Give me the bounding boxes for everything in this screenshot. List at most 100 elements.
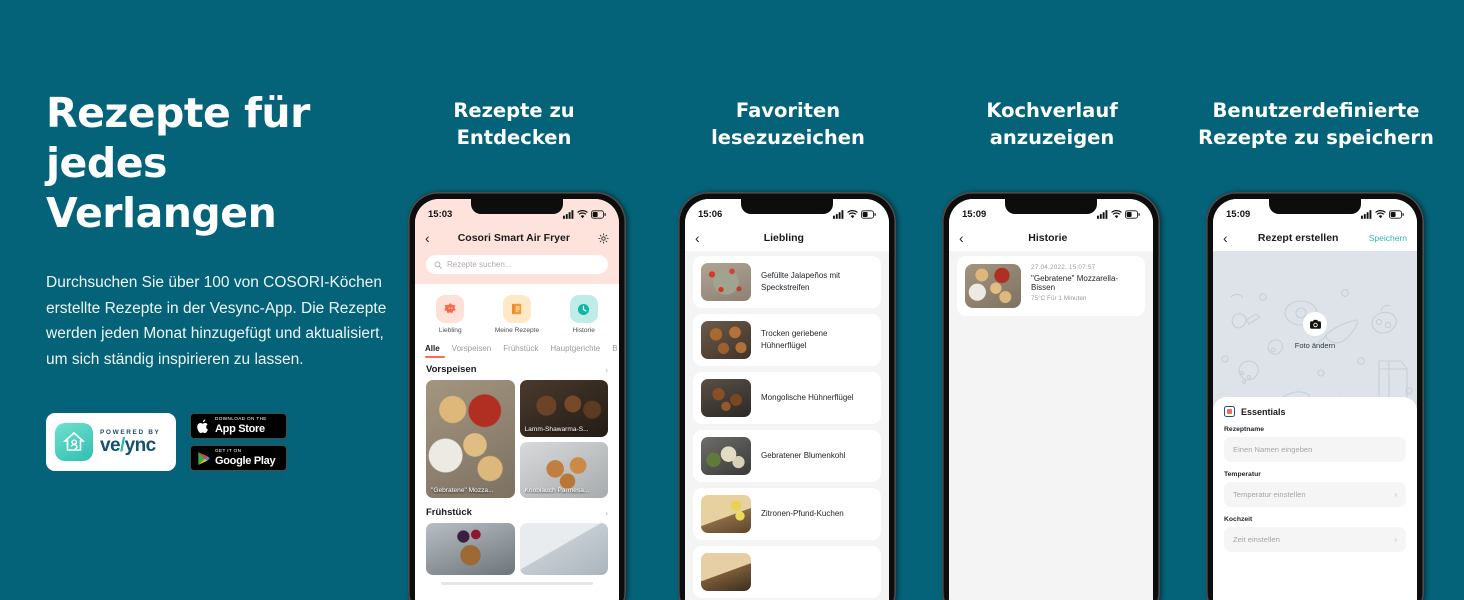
list-item[interactable]: Gebratener Blumenkohl bbox=[693, 430, 881, 482]
app-store-button[interactable]: Download on the App Store bbox=[190, 413, 287, 439]
quick-action-liebling[interactable]: Liebling bbox=[436, 295, 465, 334]
recipe-tile-caption: Knoblauch Parmesa... bbox=[524, 487, 590, 494]
battery-icon bbox=[591, 209, 606, 219]
quick-action-liebling-label: Liebling bbox=[438, 327, 462, 334]
phone-title-2-line2: lesezuzeichen bbox=[711, 126, 865, 149]
section-title-vorspeisen: Vorspeisen bbox=[426, 364, 477, 375]
save-button[interactable]: Speichern bbox=[1369, 233, 1407, 243]
wifi-icon bbox=[577, 209, 588, 218]
recipe-tile[interactable]: "Gebratene" Mozza... bbox=[426, 380, 515, 498]
phone-mockup-create-recipe: 15:09 ‹ Rezept erstellen Speichern Foto … bbox=[1206, 192, 1424, 600]
phone-title-1-line1: Rezepte zu bbox=[453, 99, 575, 122]
list-item-label: Gefüllte Jalapeños mit Speckstreifen bbox=[761, 271, 841, 292]
search-placeholder: Rezepte suchen... bbox=[447, 260, 512, 269]
headline-line-2: jedes Verlangen bbox=[46, 139, 277, 237]
phone3-nav-title: Historie bbox=[1028, 232, 1068, 244]
phone4-screen: 15:09 ‹ Rezept erstellen Speichern Foto … bbox=[1213, 199, 1417, 600]
phone-title-3: Kochverlauf anzuzeigen bbox=[922, 97, 1182, 151]
body-paragraph: Durchsuchen Sie über 100 von COSORI-Köch… bbox=[46, 274, 387, 368]
list-item[interactable]: Trocken geriebene Hühnerflügel bbox=[693, 314, 881, 366]
cellular-bars-icon bbox=[833, 209, 844, 219]
rezeptname-placeholder: Einen Namen eingeben bbox=[1233, 445, 1313, 454]
phone2-navbar: ‹ Liebling bbox=[685, 225, 889, 251]
recipe-tile[interactable]: Lamm-Shawarma-S... bbox=[519, 380, 608, 437]
recipe-grid-fruehstueck bbox=[415, 523, 619, 575]
phone-mockup-discover: 15:03 ‹ Cosori Smart Air Fryer Rezepte s… bbox=[408, 192, 626, 600]
battery-icon bbox=[1125, 209, 1140, 219]
list-item[interactable]: Gefüllte Jalapeños mit Speckstreifen bbox=[693, 256, 881, 308]
battery-icon bbox=[1389, 209, 1404, 219]
chevron-right-icon: › bbox=[1394, 490, 1397, 499]
house-icon bbox=[55, 423, 93, 461]
quick-action-row: Liebling Meine Rezepte Historie bbox=[415, 284, 619, 338]
recipe-tile[interactable] bbox=[519, 523, 608, 575]
vesync-wordmark: ve/ync bbox=[100, 434, 156, 456]
essentials-header: Essentials bbox=[1224, 406, 1406, 417]
list-item-label: Zitronen-Pfund-Kuchen bbox=[761, 509, 844, 518]
tab-fruehstueck[interactable]: Frühstück bbox=[503, 344, 538, 360]
temperatur-input[interactable]: Temperatur einstellen › bbox=[1224, 482, 1406, 507]
cellular-bars-icon bbox=[1097, 209, 1108, 219]
notebook-icon bbox=[502, 295, 531, 323]
history-entry-detail: 75°C Für 1 Minuten bbox=[1031, 295, 1087, 302]
history-entry[interactable]: 27.04.2022, 15:07:57 "Gebratene" Mozzare… bbox=[957, 256, 1145, 316]
quick-action-historie-label: Historie bbox=[572, 327, 595, 334]
list-item-thumbnail bbox=[701, 495, 751, 533]
recipe-tile-caption: "Gebratene" Mozza... bbox=[431, 487, 494, 494]
tab-alle[interactable]: Alle bbox=[425, 344, 445, 360]
phone-title-4-line2: Rezepte zu speichern bbox=[1198, 126, 1434, 149]
recipe-tile-caption: Lamm-Shawarma-S... bbox=[524, 425, 589, 433]
list-item[interactable] bbox=[693, 546, 881, 598]
headline-line-1: Rezepte für bbox=[46, 89, 310, 137]
camera-icon[interactable] bbox=[1303, 312, 1327, 336]
google-play-button[interactable]: GET IT ON Google Play bbox=[190, 445, 287, 471]
scroll-indicator[interactable] bbox=[441, 582, 593, 585]
page-title: Rezepte für jedes Verlangen bbox=[46, 88, 396, 238]
essentials-title: Essentials bbox=[1241, 406, 1286, 417]
phone-mockup-history: 15:09 ‹ Historie 27.04.2022, 15:07:57 "G… bbox=[942, 192, 1160, 600]
photo-placeholder[interactable]: Foto ändern bbox=[1213, 251, 1417, 411]
kochzeit-input[interactable]: Zeit einstellen › bbox=[1224, 527, 1406, 552]
section-header-fruehstueck[interactable]: Frühstück › bbox=[415, 498, 619, 523]
notch bbox=[1269, 199, 1361, 214]
tab-hauptgerichte[interactable]: Hauptgerichte bbox=[550, 344, 600, 360]
tab-overflow[interactable]: B bbox=[612, 344, 617, 360]
phone1-nav-title: Cosori Smart Air Fryer bbox=[457, 232, 570, 244]
photo-change-label[interactable]: Foto ändern bbox=[1295, 341, 1335, 350]
field-label-temperatur: Temperatur bbox=[1224, 471, 1261, 478]
quick-action-meine-rezepte[interactable]: Meine Rezepte bbox=[495, 295, 539, 334]
notch bbox=[1005, 199, 1097, 214]
rezeptname-input[interactable]: Einen Namen eingeben bbox=[1224, 437, 1406, 462]
section-header-vorspeisen[interactable]: Vorspeisen › bbox=[415, 360, 619, 380]
quick-action-historie[interactable]: Historie bbox=[569, 295, 598, 334]
phone4-nav-title: Rezept erstellen bbox=[1257, 232, 1339, 244]
recipe-tile[interactable]: Knoblauch Parmesa... bbox=[519, 441, 608, 498]
left-copy-block: Rezepte für jedes Verlangen Durchsuchen … bbox=[46, 88, 396, 372]
favorites-list: Gefüllte Jalapeños mit Speckstreifen Tro… bbox=[685, 251, 889, 600]
list-item-thumbnail bbox=[701, 379, 751, 417]
field-label-rezeptname: Rezeptname bbox=[1224, 426, 1265, 433]
apple-icon bbox=[197, 418, 208, 433]
field-label-kochzeit: Kochzeit bbox=[1224, 516, 1253, 523]
wifi-icon bbox=[1111, 209, 1122, 218]
notch bbox=[741, 199, 833, 214]
list-item-label: Mongolische Hühnerflügel bbox=[761, 393, 854, 402]
search-input[interactable]: Rezepte suchen... bbox=[426, 255, 608, 274]
phone4-navbar: ‹ Rezept erstellen Speichern bbox=[1213, 225, 1417, 251]
phone-title-3-line2: anzuzeigen bbox=[989, 126, 1115, 149]
star-icon bbox=[436, 295, 465, 323]
status-time: 15:06 bbox=[698, 208, 723, 220]
tab-vorspeisen[interactable]: Vorspeisen bbox=[452, 344, 492, 360]
search-icon bbox=[434, 260, 442, 269]
recipe-card-icon bbox=[1224, 406, 1235, 417]
play-triangle-icon bbox=[198, 451, 210, 465]
phone1-navbar: ‹ Cosori Smart Air Fryer bbox=[415, 225, 619, 251]
list-item[interactable]: Mongolische Hühnerflügel bbox=[693, 372, 881, 424]
recipe-tile[interactable] bbox=[426, 523, 515, 575]
clock-icon bbox=[569, 295, 598, 323]
gear-icon[interactable] bbox=[598, 232, 609, 244]
phone2-screen: 15:06 ‹ Liebling Gefüllte Jalapeños mit … bbox=[685, 199, 889, 600]
list-item[interactable]: Zitronen-Pfund-Kuchen bbox=[693, 488, 881, 540]
wifi-icon bbox=[847, 209, 858, 218]
phone-mockup-favorites: 15:06 ‹ Liebling Gefüllte Jalapeños mit … bbox=[678, 192, 896, 600]
